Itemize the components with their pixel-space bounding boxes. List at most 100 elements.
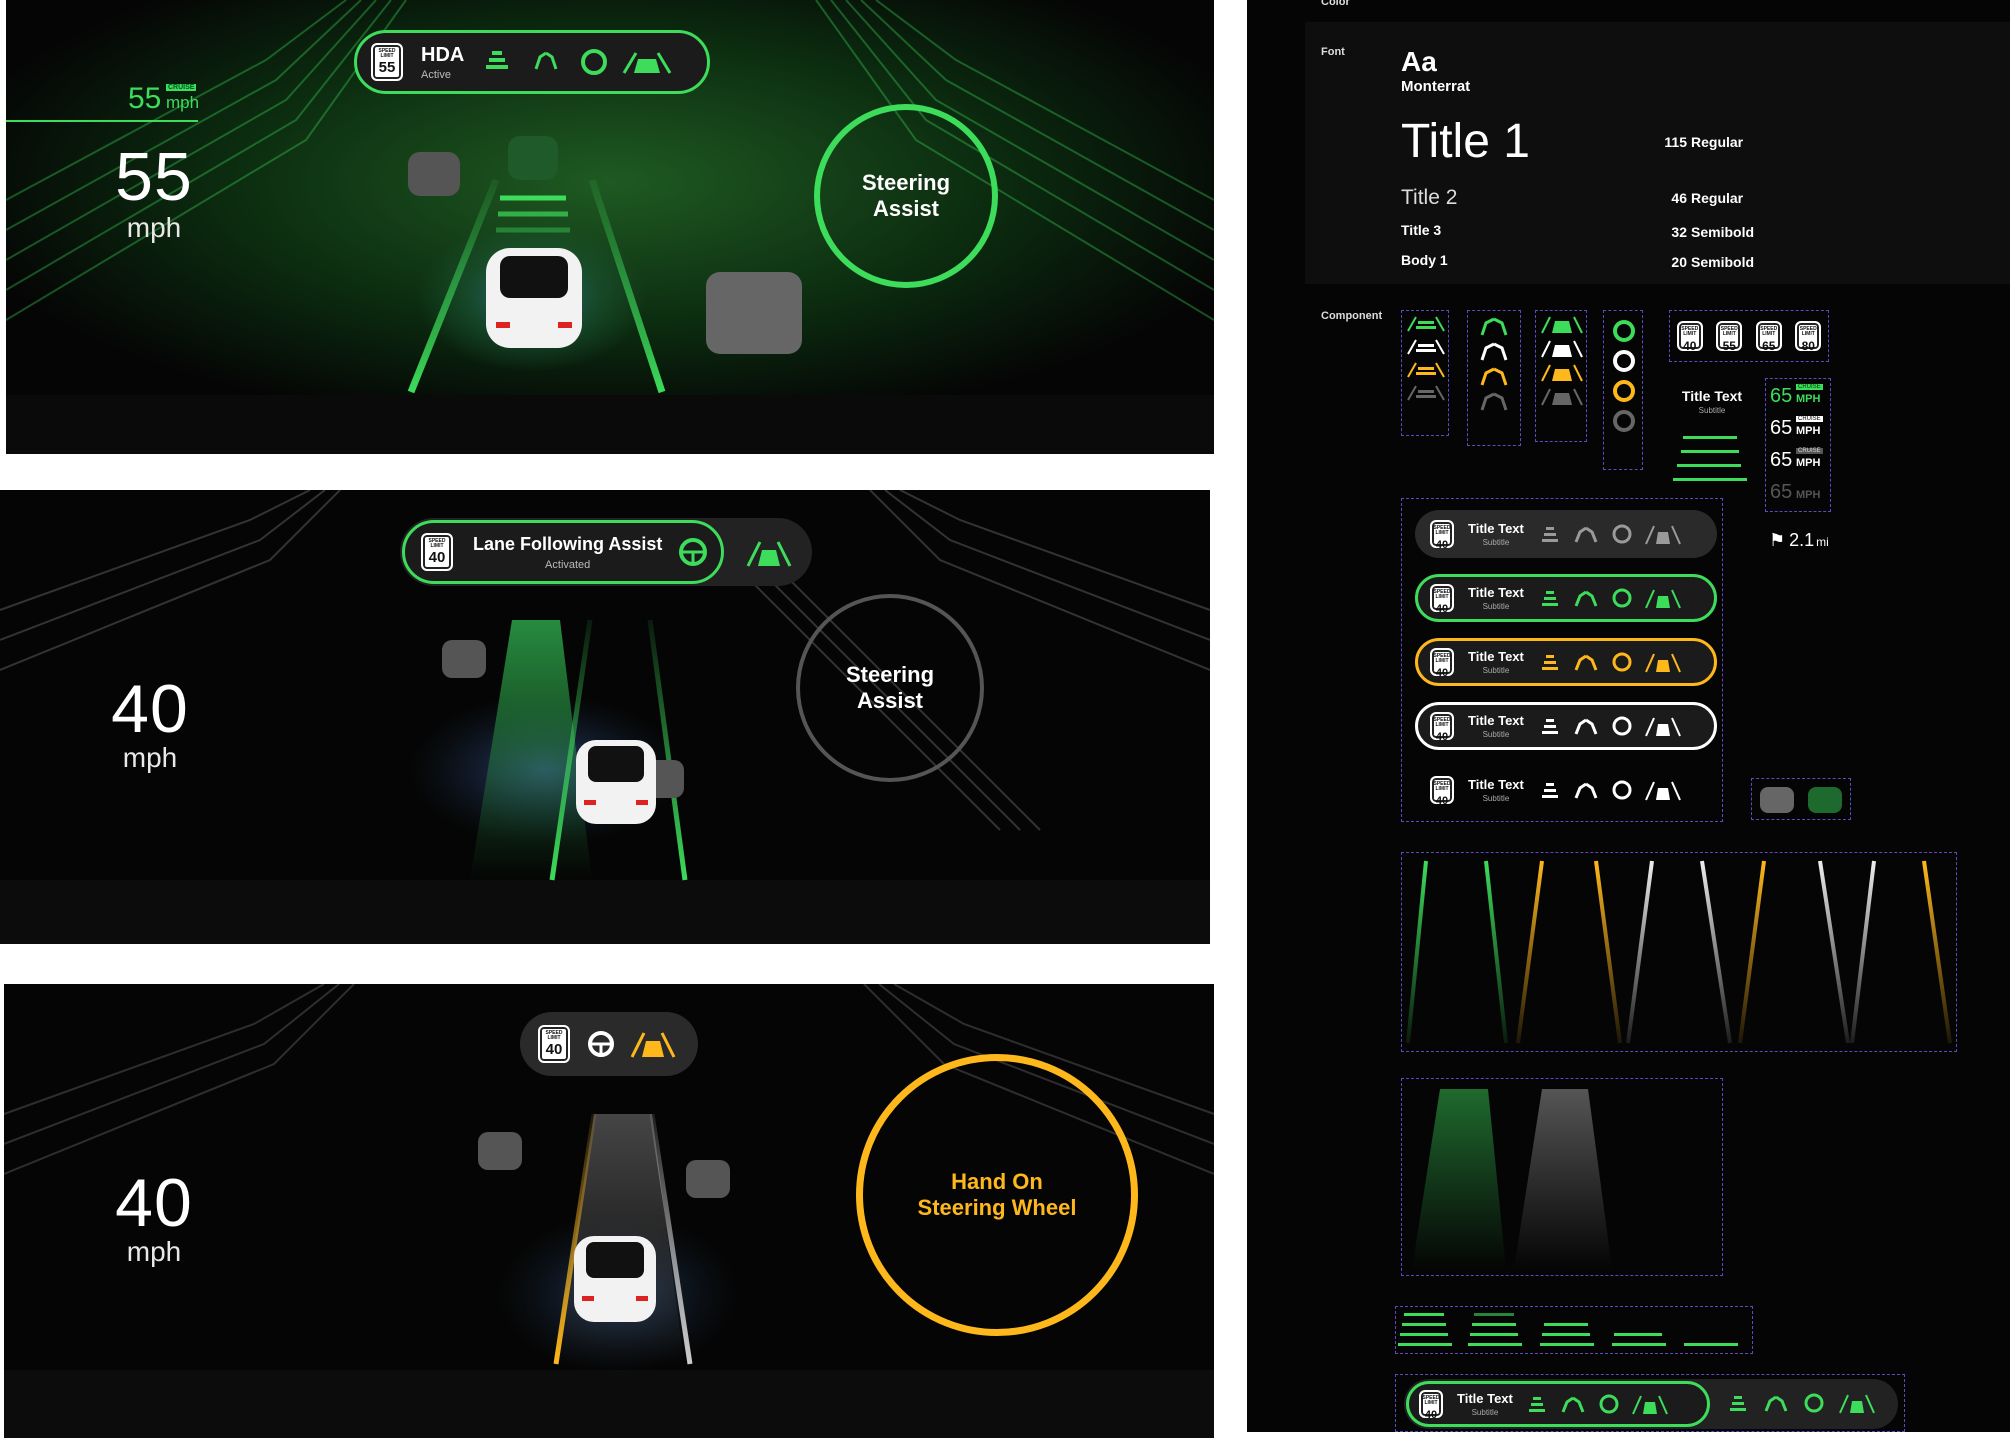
design-system-panel: Color Font Aa Monterrat Title 1 115 Regu… <box>1247 0 2010 1432</box>
cruise-badge: CRUISE <box>166 84 197 91</box>
pill-title: Title Text <box>1468 521 1524 536</box>
steering-assist-indicator: Steering Assist <box>796 594 984 782</box>
lane-bars-set <box>1395 1306 1753 1354</box>
adas-icons <box>1541 652 1681 673</box>
vehicle-icon <box>442 640 486 678</box>
color-swatches <box>1395 0 1485 6</box>
steering-icon-set <box>1603 310 1643 470</box>
adas-icons-secondary <box>1730 1393 1875 1414</box>
pill-subtitle: Subtitle <box>1482 730 1510 739</box>
vehicle-icon <box>1808 787 1842 813</box>
car-icon-set <box>1535 310 1587 442</box>
font-label: Font <box>1321 46 1345 58</box>
adas-icons <box>1541 716 1681 737</box>
status-pill-variant[interactable]: SPEED LIMIT 40 Title Text Subtitle <box>1415 766 1717 814</box>
vehicle-icon <box>706 272 802 354</box>
adas-icons <box>486 49 672 75</box>
speed-limit-sign: SPEED LIMIT 65 <box>1755 321 1782 353</box>
component-label: Component <box>1321 310 1383 322</box>
lane-beam-set <box>1401 1078 1723 1276</box>
pill-title: Lane Following Assist <box>473 533 663 554</box>
status-pill-variant[interactable]: SPEED LIMIT 40 Title Text Subtitle <box>1415 638 1717 686</box>
pill-title: Title Text <box>1468 585 1524 600</box>
vehicle-icon <box>1760 787 1794 813</box>
type-body1: Body 1 <box>1401 252 1448 268</box>
adas-icons <box>1528 1394 1668 1415</box>
ego-car-icon <box>576 740 656 824</box>
speed-readout-set: 65 CRUISE MPH 65 CRUISE MPH 65 CRUISE MP… <box>1765 378 1831 512</box>
adas-icons <box>1541 524 1681 545</box>
speed-limit-sign: SPEED LIMIT 55 <box>1716 321 1743 353</box>
car-front-icon <box>630 1032 676 1058</box>
steering-wheel-icon <box>588 1031 614 1057</box>
hda-subtitle: Active <box>421 68 451 81</box>
hands-on-warning-indicator: Hand On Steering Wheel <box>856 1054 1138 1336</box>
pill-title: Title Text <box>1468 777 1524 792</box>
speed-limit-sign: SPEED LIMIT 40 <box>1430 648 1454 679</box>
color-label: Color <box>1321 0 1350 8</box>
cruise-speed-value: 55 <box>128 82 162 115</box>
speed-unit: mph <box>126 212 182 243</box>
speed-limit-sign: SPEED LIMIT 40 <box>538 1025 570 1063</box>
pill-subtitle: Subtitle <box>1482 602 1510 611</box>
type-title1: Title 1 <box>1401 115 1530 168</box>
current-speed: 40 <box>115 1165 193 1241</box>
speed-unit: mph <box>122 742 178 773</box>
adas-icons <box>1541 588 1681 609</box>
distance-readout: ⚑ 2.1 mi <box>1769 530 1829 550</box>
speed-limit-sign: SPEED LIMIT 40 <box>1419 1390 1443 1421</box>
pill-subtitle: Activated <box>545 558 591 571</box>
adas-status-pill[interactable]: SPEED LIMIT 40 <box>520 1012 698 1076</box>
font-sample: Aa <box>1401 46 1437 77</box>
lane-icon-set <box>1401 310 1449 436</box>
speed-limit-sign: SPEED LIMIT 80 <box>1795 321 1822 353</box>
adas-icons <box>1541 780 1681 801</box>
panel-hands-on-warning: 40 mph SPEED LIMIT 40 Hand On Steering Wh… <box>4 984 1214 1438</box>
combined-status-bar: SPEED LIMIT 40 Title Text Subtitle <box>1395 1374 1905 1432</box>
pill-subtitle: Subtitle <box>1482 794 1510 803</box>
title-text-sample: Title Text Subtitle <box>1681 388 1743 415</box>
pill-subtitle: Subtitle <box>1482 666 1510 675</box>
pill-title: Title Text <box>1468 713 1524 728</box>
speed-limit-sign: SPEED LIMIT 55 <box>371 43 403 81</box>
speed-limit-sign: SPEED LIMIT 40 <box>1430 776 1454 807</box>
lane-bars <box>1673 436 1747 481</box>
speed-limit-sign: SPEED LIMIT 40 <box>1430 520 1454 551</box>
vehicle-icon <box>686 1160 730 1198</box>
ego-car-icon <box>486 248 582 348</box>
car-front-icon <box>746 541 792 567</box>
merge-icon-set <box>1467 310 1521 446</box>
steering-wheel-icon <box>581 49 608 75</box>
panel-lane-following: 40 mph SPEED LIMIT 40 Lane Following Ass… <box>0 490 1210 944</box>
vehicle-icon <box>508 136 558 180</box>
steering-wheel-icon <box>679 538 708 566</box>
vehicle-chips <box>1751 778 1851 820</box>
speed-limit-sign: SPEED LIMIT 40 <box>1676 321 1703 353</box>
status-pill-variant[interactable]: SPEED LIMIT 40 Title Text Subtitle <box>1415 702 1717 750</box>
hda-status-pill[interactable]: SPEED LIMIT 55 HDA Active <box>354 30 710 94</box>
speed-limit-sign-set: SPEED LIMIT 40 SPEED LIMIT 55 SPEED LIMIT 6… <box>1669 310 1829 362</box>
merge-arrows-icon <box>534 51 558 70</box>
ego-car-icon <box>574 1236 656 1322</box>
vehicle-icon <box>408 152 460 196</box>
current-speed: 40 <box>111 671 189 747</box>
speed-limit-sign: SPEED LIMIT 40 <box>1430 584 1454 615</box>
speed-limit-sign: SPEED LIMIT 40 <box>421 533 453 571</box>
car-front-icon <box>623 52 672 74</box>
speed-unit: mph <box>126 1236 182 1267</box>
speed-limit-sign: SPEED LIMIT 40 <box>1430 712 1454 743</box>
type-title3: Title 3 <box>1401 222 1442 238</box>
steering-assist-indicator: Steering Assist <box>814 104 998 288</box>
combined-pill[interactable]: SPEED LIMIT 40 Title Text Subtitle <box>1406 1381 1710 1427</box>
cruise-underline <box>6 120 198 122</box>
lane-following-pill[interactable]: SPEED LIMIT 40 Lane Following Assist Act… <box>402 520 724 584</box>
status-pill-variant[interactable]: SPEED LIMIT 40 Title Text Subtitle <box>1415 510 1717 558</box>
panel-hda-active: 55 CRUISE mph 55 mph SPEED LIMIT 55 HDA … <box>6 0 1214 454</box>
font-name: Monterrat <box>1401 78 1471 95</box>
flag-icon: ⚑ <box>1769 530 1786 550</box>
pill-subtitle: Subtitle <box>1482 538 1510 547</box>
hda-title: HDA <box>421 43 465 66</box>
current-speed: 55 <box>115 139 193 215</box>
vehicle-icon <box>478 1132 522 1170</box>
status-pill-variant[interactable]: SPEED LIMIT 40 Title Text Subtitle <box>1415 574 1717 622</box>
